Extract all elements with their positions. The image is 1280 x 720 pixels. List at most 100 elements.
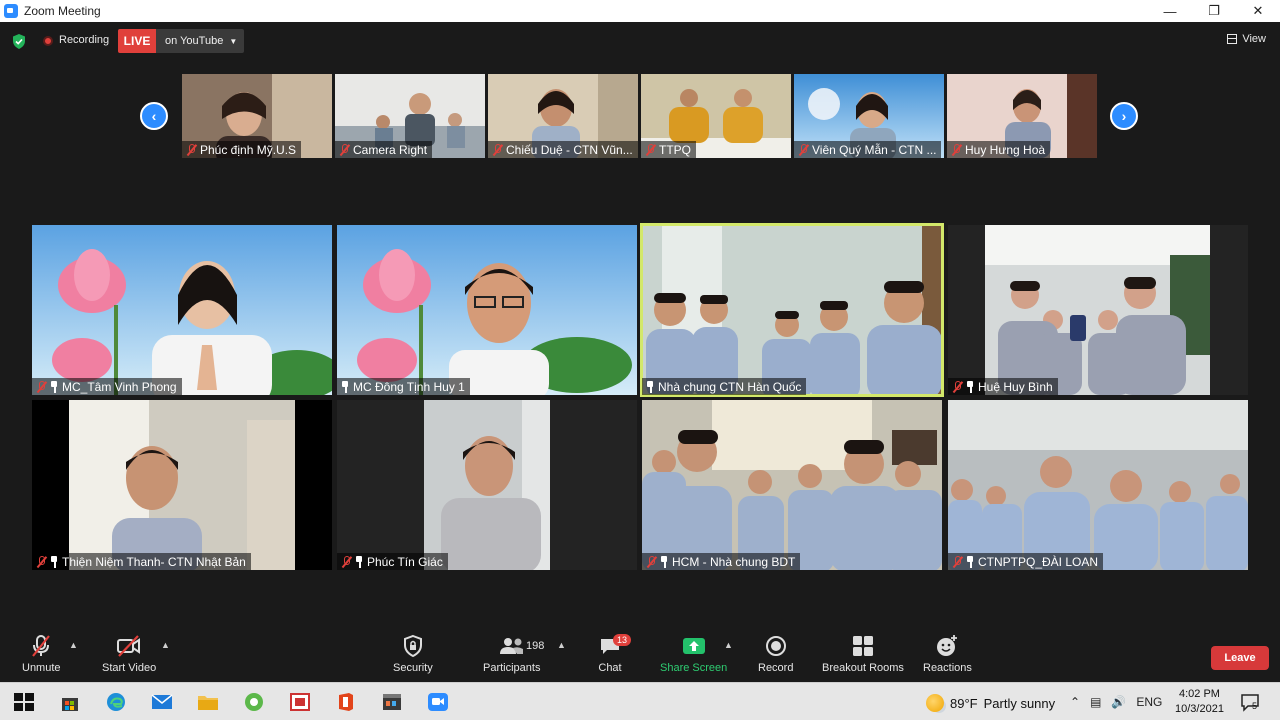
participant-name: Huệ Huy Bình xyxy=(978,379,1053,394)
pin-icon xyxy=(966,380,975,393)
participant-video xyxy=(642,225,942,395)
view-grid-icon xyxy=(1227,34,1238,44)
video-editor-icon[interactable] xyxy=(381,692,403,712)
view-button[interactable]: View xyxy=(1227,33,1266,45)
participant-video xyxy=(32,225,332,395)
participant-name: Chiếu Duệ - CTN Vũn... xyxy=(506,142,633,157)
taskbar-clock[interactable]: 4:02 PM 10/3/2021 xyxy=(1175,687,1224,717)
edge-browser-icon[interactable] xyxy=(105,692,127,712)
store-icon[interactable] xyxy=(59,692,81,712)
filmstrip-tile[interactable]: Viên Quý Mẫn - CTN ... xyxy=(794,74,944,158)
filmstrip-tile[interactable]: Phúc định Mỹ.U.S xyxy=(182,74,332,158)
participant-name-bar: Viên Quý Mẫn - CTN ... xyxy=(794,141,942,158)
reactions-button[interactable]: Reactions xyxy=(923,634,972,674)
windows-taskbar: 89°F Partly sunny ⌃ ▤ 🔊 ENG 4:02 PM 10/3… xyxy=(0,682,1280,720)
mic-muted-icon xyxy=(798,143,809,156)
participant-name-bar: MC_Tâm Vinh Phong xyxy=(32,378,182,395)
video-tile[interactable]: Huệ Huy Bình xyxy=(948,225,1248,395)
chevron-up-icon[interactable]: ⌃ xyxy=(1070,695,1080,709)
participant-name: Phúc Tín Giác xyxy=(367,554,443,569)
mic-muted-icon xyxy=(492,143,503,156)
window-title: Zoom Meeting xyxy=(24,4,101,18)
participant-video xyxy=(642,400,942,570)
restore-icon[interactable]: ❐ xyxy=(1192,0,1236,22)
greenshot-icon[interactable] xyxy=(243,692,265,712)
participant-name: Viên Quý Mẫn - CTN ... xyxy=(812,142,937,157)
security-button[interactable]: Security xyxy=(393,634,433,674)
zoom-logo-icon xyxy=(4,4,18,18)
participant-name-bar: Camera Right xyxy=(335,141,433,158)
minimize-icon[interactable]: — xyxy=(1148,0,1192,22)
close-icon[interactable]: ✕ xyxy=(1236,0,1280,22)
video-tile[interactable]: CTNPTPQ_ĐÀI LOAN xyxy=(948,400,1248,570)
filmstrip-prev-button[interactable]: ‹ xyxy=(140,102,168,130)
system-tray: ⌃ ▤ 🔊 ENG xyxy=(1070,695,1162,709)
mic-muted-icon xyxy=(36,380,47,393)
filmstrip-tile[interactable]: TTPQ xyxy=(641,74,791,158)
participant-name: MC_Tâm Vinh Phong xyxy=(62,379,177,394)
smiley-add-icon xyxy=(937,635,958,656)
file-explorer-icon[interactable] xyxy=(197,692,219,712)
leave-button[interactable]: Leave xyxy=(1211,646,1269,670)
pin-icon xyxy=(50,380,59,393)
recording-label[interactable]: Recording xyxy=(59,34,109,46)
breakout-rooms-icon xyxy=(852,636,873,656)
participant-video xyxy=(32,400,332,570)
mail-icon[interactable] xyxy=(151,692,173,712)
record-button[interactable]: Record xyxy=(758,634,793,674)
filmstrip-tile[interactable]: Chiếu Duệ - CTN Vũn... xyxy=(488,74,638,158)
video-tile[interactable]: HCM - Nhà chung BDT xyxy=(642,400,942,570)
audio-options-chevron-icon[interactable]: ▲ xyxy=(69,640,78,650)
filmstrip-tile[interactable]: Huy Hưng Hoà xyxy=(947,74,1097,158)
notification-center-icon[interactable]: 5 xyxy=(1240,692,1260,712)
photos-app-icon[interactable] xyxy=(289,692,311,712)
video-tile[interactable]: Thiện Niệm Thanh- CTN Nhật Bản xyxy=(32,400,332,570)
mic-muted-icon xyxy=(186,143,197,156)
office-icon[interactable] xyxy=(335,692,357,712)
zoom-app-icon[interactable] xyxy=(427,692,449,712)
participant-name: HCM - Nhà chung BDT xyxy=(672,554,796,569)
participant-name: MC Đông Tịnh Huy 1 xyxy=(353,379,465,394)
participant-name-bar: MC Đông Tịnh Huy 1 xyxy=(337,378,470,395)
mic-muted-icon xyxy=(952,555,963,568)
weather-text: Partly sunny xyxy=(983,695,1056,711)
speaker-icon[interactable]: 🔊 xyxy=(1111,695,1126,709)
network-icon[interactable]: ▤ xyxy=(1090,695,1101,709)
share-screen-button[interactable]: Share Screen xyxy=(660,634,727,674)
weather-widget[interactable]: 89°F Partly sunny xyxy=(926,694,1055,712)
pin-icon xyxy=(341,380,350,393)
participant-name: Camera Right xyxy=(353,142,428,157)
video-tile[interactable]: MC_Tâm Vinh Phong xyxy=(32,225,332,395)
chat-label: Chat xyxy=(598,662,622,674)
video-tile[interactable]: Phúc Tín Giác xyxy=(337,400,637,570)
participants-label: Participants xyxy=(483,662,541,674)
windows-start-icon[interactable] xyxy=(13,692,35,712)
share-options-chevron-icon[interactable]: ▲ xyxy=(724,640,733,650)
security-label: Security xyxy=(393,662,433,674)
meeting-topbar: Recording LIVE on YouTube ▼ View xyxy=(0,22,1280,60)
chevron-left-icon: ‹ xyxy=(151,108,157,124)
participant-video xyxy=(948,400,1248,570)
stream-destination-button[interactable]: on YouTube ▼ xyxy=(156,29,244,53)
video-options-chevron-icon[interactable]: ▲ xyxy=(161,640,170,650)
breakout-rooms-button[interactable]: Breakout Rooms xyxy=(822,634,904,674)
participant-name-bar: TTPQ xyxy=(641,141,696,158)
filmstrip-next-button[interactable]: › xyxy=(1110,102,1138,130)
chevron-down-icon: ▼ xyxy=(229,36,238,46)
video-tile-active-speaker[interactable]: Nhà chung CTN Hàn Quốc xyxy=(640,223,944,397)
unmute-button[interactable]: Unmute xyxy=(22,634,61,674)
pin-icon xyxy=(660,555,669,568)
filmstrip-tile[interactable]: Camera Right xyxy=(335,74,485,158)
video-tile[interactable]: MC Đông Tịnh Huy 1 xyxy=(337,225,637,395)
input-language[interactable]: ENG xyxy=(1136,695,1162,709)
start-video-button[interactable]: Start Video xyxy=(102,634,156,674)
participant-name-bar: Huệ Huy Bình xyxy=(948,378,1058,395)
recording-indicator-icon xyxy=(43,36,53,46)
participants-options-chevron-icon[interactable]: ▲ xyxy=(557,640,566,650)
chat-unread-badge: 13 xyxy=(613,634,632,646)
participant-name-bar: CTNPTPQ_ĐÀI LOAN xyxy=(948,553,1104,570)
encryption-shield-icon[interactable] xyxy=(12,34,26,49)
mic-muted-icon xyxy=(646,555,657,568)
record-icon xyxy=(765,636,786,656)
participant-name-bar: Phúc Tín Giác xyxy=(337,553,448,570)
